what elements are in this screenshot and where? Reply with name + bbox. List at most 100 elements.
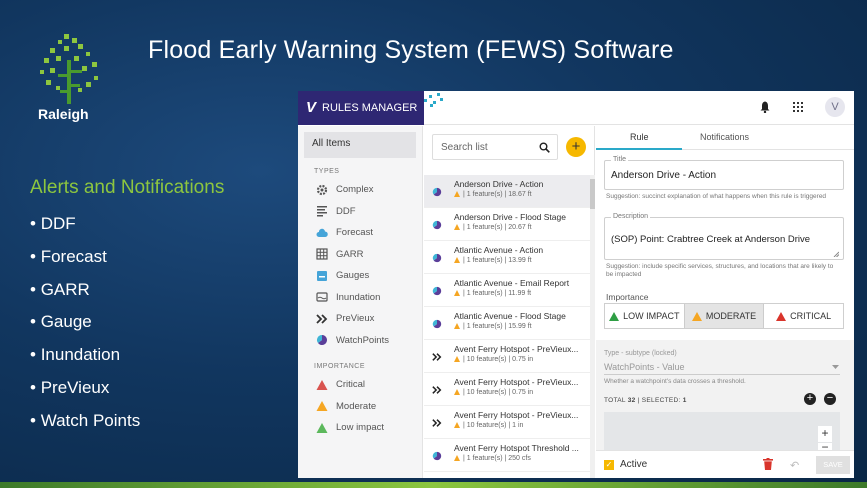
search-input[interactable]: Search list	[432, 134, 558, 160]
sidebar-item-complex[interactable]: Complex	[298, 179, 422, 201]
scrollbar-thumb[interactable]	[590, 179, 595, 209]
list-item-meta: | 10 feature(s) | 0.75 in	[463, 356, 534, 363]
warning-critical-icon	[316, 379, 328, 390]
sidebar-item-gauges[interactable]: Gauges	[298, 265, 422, 287]
save-button[interactable]: SAVE	[816, 456, 850, 474]
apps-grid-icon[interactable]	[793, 102, 803, 112]
warning-moderate-icon	[454, 455, 460, 461]
warning-critical-icon	[776, 311, 787, 321]
list-item[interactable]: Avent Ferry Hotspot - PreVieux... | 10 fe…	[424, 340, 590, 373]
list-item[interactable]: Anderson Drive - Action | 1 feature(s) | …	[424, 175, 590, 208]
remove-circle-icon[interactable]: −	[824, 393, 836, 405]
importance-low-impact-option[interactable]: LOW IMPACT	[605, 304, 684, 328]
importance-selector: LOW IMPACT MODERATE CRITICAL	[604, 303, 844, 329]
list-icon	[317, 206, 327, 217]
trash-icon[interactable]	[763, 458, 773, 470]
list-item-title: Atlantic Avenue - Email Report	[454, 278, 570, 288]
selected-text: SELECTED	[641, 397, 679, 404]
total-count: 32	[627, 397, 636, 404]
list-scrollbar[interactable]	[590, 175, 595, 478]
list-item-details: | 1 feature(s) | 250 cfs	[454, 455, 531, 462]
description-field[interactable]: Description (SOP) Point: Crabtree Creek …	[604, 213, 844, 260]
list-item-title: Avent Ferry Hotspot - PreVieux...	[454, 377, 579, 387]
warning-moderate-icon	[454, 323, 460, 329]
app-logo-area[interactable]: V RULES MANAGER	[298, 91, 424, 125]
tab-rule[interactable]: Rule	[630, 132, 649, 142]
list-item[interactable]: Avent Ferry Hotspot - PreVieux... | 10 fe…	[424, 373, 590, 406]
sidebar-item-moderate[interactable]: Moderate	[298, 396, 422, 418]
sidebar-importance-heading: IMPORTANCE	[314, 363, 366, 370]
grid-icon	[316, 248, 328, 260]
double-chevron-icon	[432, 353, 442, 361]
sidebar-item-low-impact[interactable]: Low impact	[298, 417, 422, 439]
list-item-title: Avent Ferry Hotspot - PreVieux...	[454, 410, 579, 420]
warning-moderate-icon	[316, 401, 328, 412]
sidebar-item-inundation[interactable]: Inundation	[298, 287, 422, 309]
list-item[interactable]: Avent Ferry Hotspot Threshold ... | 1 fea…	[424, 439, 590, 472]
sidebar-item-previeux[interactable]: PreVieux	[298, 308, 422, 330]
double-chevron-icon	[432, 419, 442, 427]
list-item[interactable]: Avent Ferry Hotspot - PreVieux... | 10 fe…	[424, 406, 590, 439]
logo-text: Raleigh	[38, 106, 89, 122]
sidebar-item-ddf[interactable]: DDF	[298, 201, 422, 223]
tab-notifications[interactable]: Notifications	[700, 132, 749, 142]
sidebar-item-forecast[interactable]: Forecast	[298, 222, 422, 244]
sidebar-item-label: PreVieux	[336, 313, 375, 325]
sidebar-item-label: Low impact	[336, 422, 385, 434]
bullet-item: Gauge	[30, 312, 140, 345]
warning-moderate-icon	[454, 224, 460, 230]
sidebar-item-label: Complex	[336, 184, 374, 196]
active-label: Active	[620, 459, 648, 470]
sidebar-item-label: WatchPoints	[336, 334, 389, 346]
user-avatar[interactable]: V	[825, 97, 845, 117]
rule-detail-panel: Rule Notifications Title Anderson Drive …	[596, 126, 854, 478]
pixel-pattern-icon	[424, 93, 443, 107]
warning-moderate-icon	[454, 290, 460, 296]
title-field-label: Title	[611, 156, 628, 163]
list-item-meta: | 1 feature(s) | 15.99 ft	[463, 323, 532, 330]
watchpoint-icon	[317, 335, 327, 346]
list-item[interactable]: Atlantic Avenue - Action | 1 feature(s) |…	[424, 241, 590, 274]
watchpoint-icon	[432, 451, 442, 461]
map-preview[interactable]	[604, 412, 840, 450]
warning-moderate-icon	[691, 311, 702, 321]
double-chevron-icon	[316, 314, 328, 324]
sidebar-item-label: GARR	[336, 248, 364, 260]
add-circle-icon[interactable]: +	[804, 393, 816, 405]
sidebar-item-critical[interactable]: Critical	[298, 374, 422, 396]
subtype-underline	[604, 374, 840, 375]
list-item-details: | 1 feature(s) | 15.99 ft	[454, 323, 532, 330]
list-item-meta: | 10 feature(s) | 1 in	[463, 422, 524, 429]
list-item[interactable]: Atlantic Avenue - Flood Stage | 1 feature…	[424, 307, 590, 340]
bullet-item: GARR	[30, 280, 140, 313]
bullet-item: DDF	[30, 214, 140, 247]
list-item[interactable]: Anderson Drive - Flood Stage | 1 feature(…	[424, 208, 590, 241]
sidebar-item-garr[interactable]: GARR	[298, 244, 422, 266]
rules-manager-window: V RULES MANAGER V All Items TYPES Comple…	[298, 91, 854, 478]
bullet-item: Inundation	[30, 345, 140, 378]
subtype-select: WatchPoints - Value	[604, 362, 685, 372]
bullet-item: PreVieux	[30, 378, 140, 411]
undo-icon[interactable]: ↶	[790, 459, 799, 472]
importance-moderate-option[interactable]: MODERATE	[683, 304, 765, 328]
chevron-down-icon	[832, 365, 839, 369]
add-rule-button[interactable]: +	[566, 137, 586, 157]
list-item-details: | 10 feature(s) | 1 in	[454, 422, 523, 429]
importance-critical-option[interactable]: CRITICAL	[764, 304, 843, 328]
search-icon[interactable]	[539, 142, 550, 153]
warning-low-icon	[316, 422, 328, 433]
rules-list: Anderson Drive - Action | 1 feature(s) | …	[424, 175, 590, 472]
sidebar-item-watchpoints[interactable]: WatchPoints	[298, 330, 422, 352]
detail-footer: ✓ Active ↶ SAVE	[596, 450, 854, 478]
warning-moderate-icon	[454, 422, 460, 428]
title-field[interactable]: Title Anderson Drive - Action	[604, 156, 844, 190]
bell-icon[interactable]	[760, 101, 770, 113]
active-checkbox[interactable]: ✓	[604, 460, 614, 470]
list-item-title: Atlantic Avenue - Action	[454, 245, 544, 255]
warning-moderate-icon	[454, 257, 460, 263]
resize-handle-icon[interactable]	[833, 251, 839, 257]
search-placeholder: Search list	[441, 142, 488, 153]
sidebar-item-all-items[interactable]: All Items	[304, 132, 416, 158]
list-item[interactable]: Atlantic Avenue - Email Report | 1 featur…	[424, 274, 590, 307]
watchpoint-icon	[432, 220, 442, 230]
